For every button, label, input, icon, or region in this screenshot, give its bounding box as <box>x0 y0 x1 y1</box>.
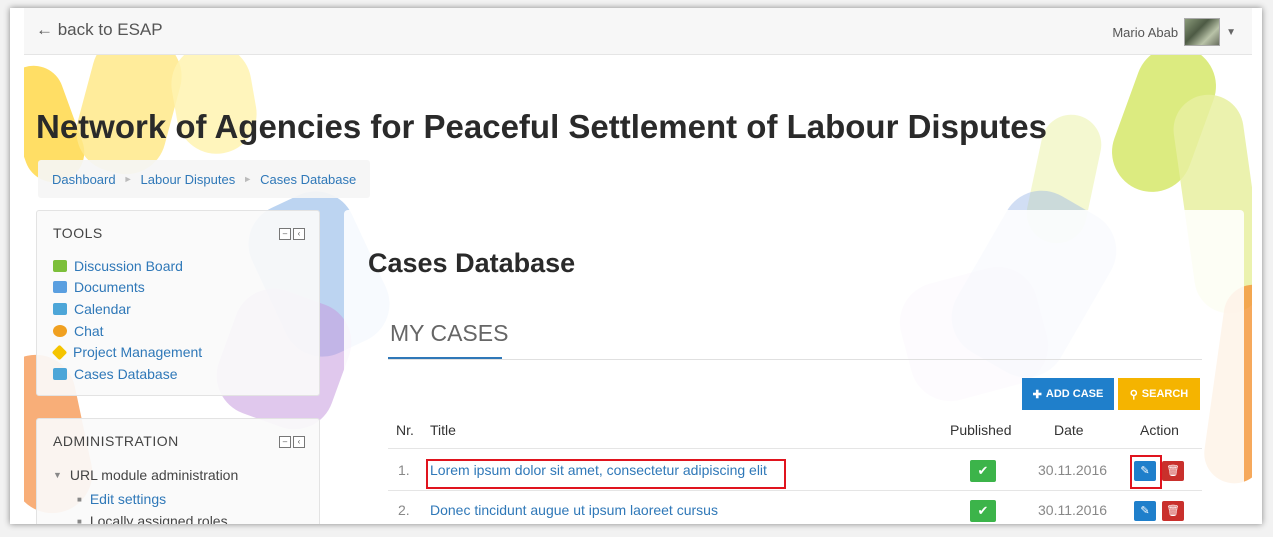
minimize-icon[interactable]: – <box>279 436 291 448</box>
case-date: 30.11.2016 <box>1038 502 1108 518</box>
tool-item-cases-database[interactable]: Cases Database <box>53 363 202 385</box>
highlight-box-edit <box>1130 455 1162 489</box>
user-name[interactable]: Mario Abab <box>1112 25 1178 40</box>
column-header-nr: Nr. <box>396 422 414 438</box>
edit-icon[interactable]: ✎ <box>1134 501 1156 521</box>
dock-icon[interactable]: ‹ <box>293 436 305 448</box>
published-check-icon[interactable]: ✔ <box>970 460 996 482</box>
site-title: Network of Agencies for Peaceful Settlem… <box>36 108 1047 145</box>
user-menu[interactable]: Mario Abab ▼ <box>1112 18 1236 46</box>
breadcrumb-labour-disputes[interactable]: Labour Disputes <box>141 172 236 187</box>
admin-item-label[interactable]: Edit settings <box>90 491 166 507</box>
chevron-down-icon[interactable]: ▼ <box>1226 27 1236 38</box>
add-case-label: ADD CASE <box>1045 388 1104 400</box>
admin-item-edit-settings[interactable]: ■ Edit settings <box>77 491 166 507</box>
tool-item-chat[interactable]: Chat <box>53 320 202 342</box>
column-header-date: Date <box>1054 422 1084 438</box>
delete-icon[interactable]: 🗑 <box>1162 461 1184 481</box>
tool-item-calendar[interactable]: Calendar <box>53 298 202 320</box>
tool-item-documents[interactable]: Documents <box>53 277 202 299</box>
dock-icon[interactable]: ‹ <box>293 228 305 240</box>
avatar[interactable] <box>1184 18 1221 46</box>
breadcrumb-dashboard[interactable]: Dashboard <box>52 172 116 187</box>
search-button[interactable]: ⚲ SEARCH <box>1118 378 1200 410</box>
plus-icon: ✚ <box>1032 388 1042 401</box>
top-navbar: ← back to ESAP Mario Abab ▼ <box>24 8 1252 55</box>
breadcrumb: Dashboard ► Labour Disputes ► Cases Data… <box>38 160 371 198</box>
tool-label[interactable]: Project Management <box>73 344 202 360</box>
block-controls: – ‹ <box>279 436 305 448</box>
table-header-rule <box>388 448 1202 449</box>
tool-item-discussion-board[interactable]: Discussion Board <box>53 255 202 277</box>
case-date: 30.11.2016 <box>1038 462 1108 478</box>
row-number: 1. <box>398 462 410 478</box>
tools-block: TOOLS – ‹ Discussion Board Documents Cal… <box>36 210 320 396</box>
tools-block-title: TOOLS <box>53 225 103 241</box>
calendar-icon <box>53 302 67 315</box>
bullet-icon: ■ <box>77 494 82 504</box>
chat-icon <box>53 324 67 337</box>
back-to-esap-link[interactable]: ← back to ESAP <box>36 20 163 40</box>
admin-section-label[interactable]: URL module administration <box>70 467 238 483</box>
administration-block: ADMINISTRATION – ‹ ▼ URL module administ… <box>36 418 320 524</box>
add-case-button[interactable]: ✚ ADD CASE <box>1022 378 1114 410</box>
column-header-action: Action <box>1140 422 1179 438</box>
admin-section-url-module[interactable]: ▼ URL module administration <box>53 467 238 483</box>
bullet-icon: ■ <box>77 516 82 525</box>
project-management-icon <box>51 344 68 360</box>
tool-label[interactable]: Discussion Board <box>74 258 183 274</box>
tool-label[interactable]: Cases Database <box>74 366 178 382</box>
column-header-published: Published <box>950 422 1012 438</box>
expand-arrow-icon: ▼ <box>53 470 62 480</box>
database-icon <box>53 367 67 380</box>
case-title-link[interactable]: Donec tincidunt augue ut ipsum laoreet c… <box>430 502 718 518</box>
admin-item-cut-off[interactable]: ■ Locally assigned roles <box>77 513 228 524</box>
folder-icon <box>53 281 67 294</box>
page-heading: Cases Database <box>368 248 576 278</box>
delete-icon[interactable]: 🗑 <box>1162 501 1184 521</box>
discussion-board-icon <box>53 259 67 272</box>
breadcrumb-separator-icon: ► <box>123 174 133 184</box>
block-controls: – ‹ <box>279 228 305 240</box>
tools-list: Discussion Board Documents Calendar Chat… <box>51 255 202 385</box>
tab-my-cases[interactable]: MY CASES <box>390 320 508 347</box>
tool-label[interactable]: Calendar <box>74 301 131 317</box>
tab-divider <box>388 359 1202 360</box>
row-number: 2. <box>398 502 410 518</box>
main-content-panel: Cases Database MY CASES ✚ ADD CASE ⚲ SEA… <box>344 210 1244 524</box>
breadcrumb-separator-icon: ► <box>243 174 253 184</box>
administration-block-title: ADMINISTRATION <box>53 433 179 449</box>
column-header-title: Title <box>430 422 456 438</box>
tool-item-project-management[interactable]: Project Management <box>51 341 202 363</box>
published-check-icon[interactable]: ✔ <box>970 500 996 522</box>
breadcrumb-cases-database[interactable]: Cases Database <box>260 172 356 187</box>
tool-label[interactable]: Documents <box>74 279 145 295</box>
browser-frame: ← back to ESAP Mario Abab ▼ Network of A… <box>10 8 1262 524</box>
table-row-rule <box>388 490 1202 491</box>
search-icon: ⚲ <box>1129 388 1138 401</box>
minimize-icon[interactable]: – <box>279 228 291 240</box>
admin-item-label[interactable]: Locally assigned roles <box>90 513 228 524</box>
search-label: SEARCH <box>1141 388 1189 400</box>
tool-label[interactable]: Chat <box>74 323 104 339</box>
highlight-box-title <box>426 459 786 489</box>
